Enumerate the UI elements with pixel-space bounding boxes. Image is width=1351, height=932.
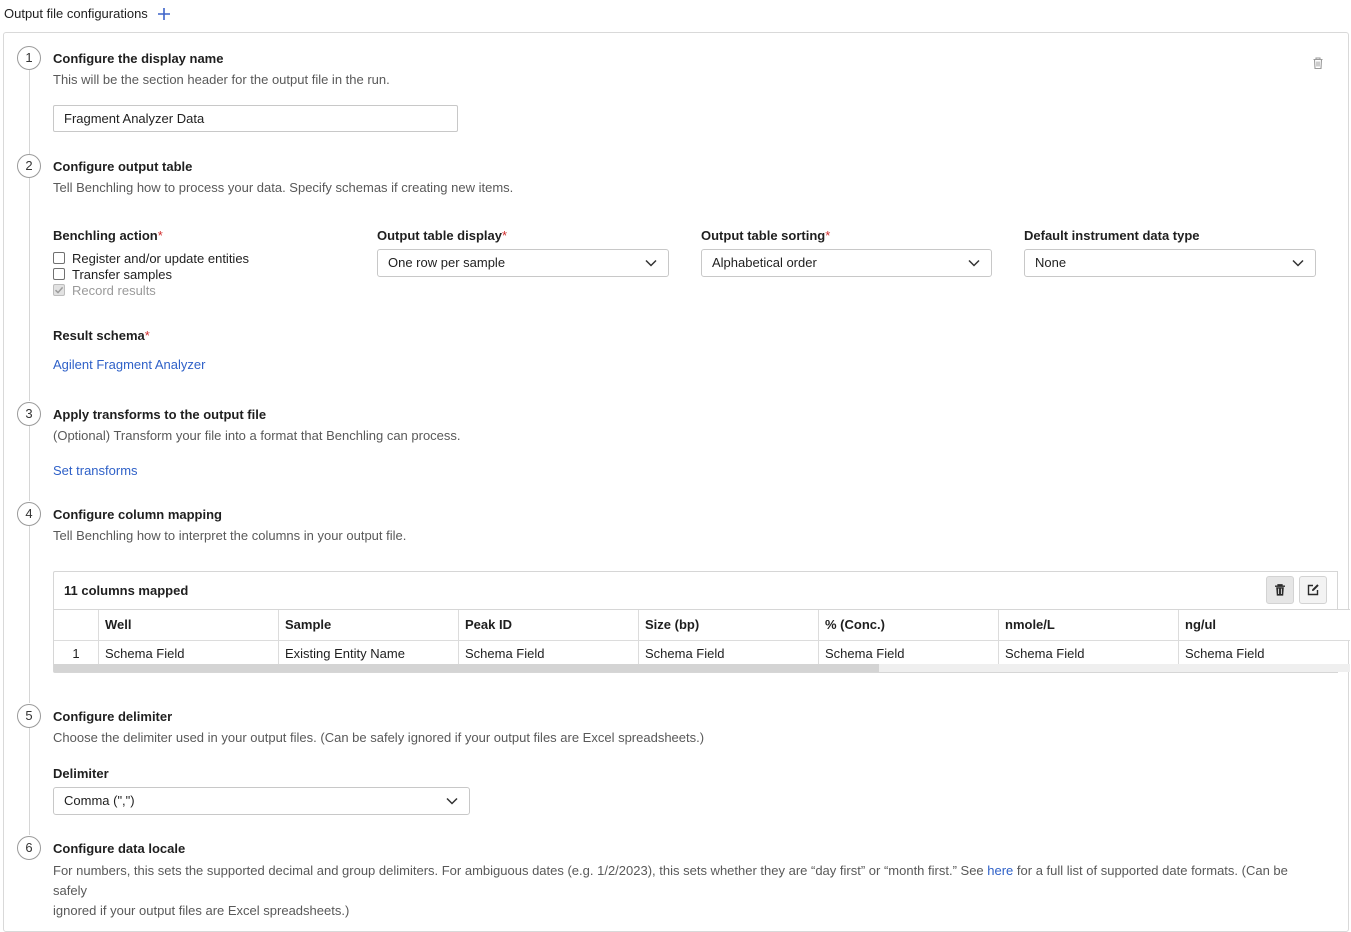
table-row: 1 Schema Field Existing Entity Name Sche… [54,640,1350,666]
scrollbar-thumb[interactable] [54,664,879,672]
checkbox-box[interactable] [53,252,65,264]
step-title: Apply transforms to the output file [53,407,267,422]
output-table-display-label-text: Output table display [377,228,502,243]
select-value: Alphabetical order [712,255,817,270]
required-mark: * [825,228,831,243]
chevron-down-icon [645,259,657,267]
mapping-grid: Well Sample Peak ID Size (bp) % (Conc.) … [54,609,1350,666]
row-number: 1 [54,641,99,666]
step-description: Tell Benchling how to interpret the colu… [53,528,407,543]
column-header[interactable]: Well [99,610,279,640]
display-name-input[interactable] [53,105,458,132]
horizontal-scrollbar[interactable] [54,664,1350,672]
columns-mapped-count: 11 columns mapped [64,583,189,598]
step-title: Configure data locale [53,841,186,856]
output-table-sorting-select[interactable]: Alphabetical order [701,249,992,277]
step-connector [29,70,30,154]
step-number: 4 [17,502,41,526]
delimiter-label: Delimiter [53,766,109,781]
plus-icon[interactable] [156,6,172,22]
table-header-bar: 11 columns mapped [54,572,1338,609]
column-header[interactable]: ng/ul [1179,610,1350,640]
checkbox-label: Register and/or update entities [72,250,250,266]
table-cell[interactable]: Existing Entity Name [279,641,459,666]
edit-mapping-button[interactable] [1299,576,1327,604]
output-table-sorting-label-text: Output table sorting [701,228,826,243]
step-connector [29,426,30,501]
supported-formats-link[interactable]: here [987,863,1013,878]
column-header[interactable]: Peak ID [459,610,639,640]
register-entities-checkbox[interactable]: Register and/or update entities [53,250,249,266]
chevron-down-icon [968,259,980,267]
table-cell[interactable]: Schema Field [1179,641,1350,666]
step-connector [29,728,30,835]
trash-icon [1275,584,1285,596]
edit-icon [1307,584,1319,596]
row-number-header [54,610,99,640]
checkbox-label: Transfer samples [72,266,172,282]
step-description: (Optional) Transform your file into a fo… [53,428,461,443]
trash-icon[interactable] [1311,56,1325,70]
column-mapping-table: 11 columns mapped Well Sample Peak ID Si… [53,571,1350,673]
column-header[interactable]: nmole/L [999,610,1179,640]
required-mark: * [157,228,163,243]
step-number: 6 [17,836,41,860]
column-header[interactable]: Size (bp) [639,610,819,640]
locale-description: For numbers, this sets the supported dec… [53,861,1323,921]
step-title: Configure output table [53,159,193,174]
step-description: This will be the section header for the … [53,72,390,87]
step-number: 5 [17,704,41,728]
delete-mapping-button[interactable] [1266,576,1294,604]
step-connector [29,178,30,401]
select-value: None [1035,255,1067,270]
output-table-display-select[interactable]: One row per sample [377,249,669,277]
benchling-action-label: Benchling action* [53,228,163,244]
select-value: Comma (",") [64,793,135,808]
required-mark: * [501,228,508,243]
step-title: Configure delimiter [53,709,173,724]
transfer-samples-checkbox[interactable]: Transfer samples [53,266,172,282]
table-cell[interactable]: Schema Field [819,641,999,666]
table-cell[interactable]: Schema Field [459,641,639,666]
column-header[interactable]: % (Conc.) [819,610,999,640]
locale-text: ignored if your output files are Excel s… [53,903,350,918]
checkbox-box[interactable] [53,268,65,280]
step-description: Tell Benchling how to process your data.… [53,180,514,195]
record-results-checkbox: Record results [53,282,156,298]
step-description: Choose the delimiter used in your output… [53,730,705,745]
required-mark: * [144,328,150,343]
step-number: 1 [17,46,41,70]
output-table-display-label: Output table display* [377,228,507,244]
instrument-data-type-select[interactable]: None [1024,249,1316,277]
checkbox-box [53,284,65,296]
result-schema-link[interactable]: Agilent Fragment Analyzer [53,357,205,373]
step-connector [29,526,30,703]
step-number: 3 [17,402,41,426]
step-title: Configure the display name [53,51,224,66]
delimiter-select[interactable]: Comma (",") [53,787,470,815]
table-cell[interactable]: Schema Field [639,641,819,666]
benchling-action-label-text: Benchling action [53,228,158,243]
result-schema-label-text: Result schema [53,328,145,343]
chevron-down-icon [1292,259,1304,267]
page-title: Output file configurations [4,6,148,21]
table-cell[interactable]: Schema Field [99,641,279,666]
checkmark-icon [54,286,64,294]
select-value: One row per sample [388,255,506,270]
output-table-sorting-label: Output table sorting* [701,228,830,244]
instrument-data-type-label: Default instrument data type [1024,228,1200,243]
locale-text: For numbers, this sets the supported dec… [53,863,988,878]
set-transforms-link[interactable]: Set transforms [53,463,138,479]
column-header[interactable]: Sample [279,610,459,640]
step-title: Configure column mapping [53,507,222,522]
chevron-down-icon [446,797,458,805]
step-number: 2 [17,154,41,178]
table-header-row: Well Sample Peak ID Size (bp) % (Conc.) … [54,610,1350,640]
table-cell[interactable]: Schema Field [999,641,1179,666]
checkbox-label: Record results [72,282,156,298]
result-schema-label: Result schema* [53,328,150,344]
